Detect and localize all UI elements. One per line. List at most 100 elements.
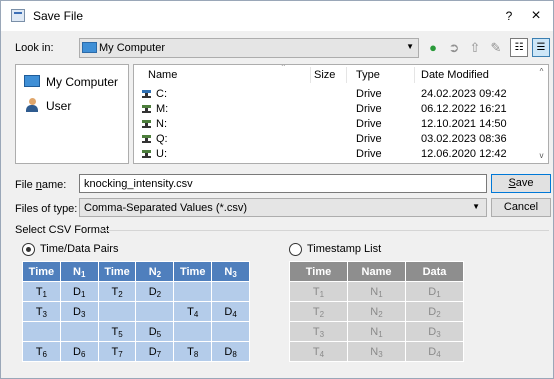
cancel-button[interactable]: Cancel — [491, 198, 551, 217]
cell-subscript: 1 — [42, 289, 47, 299]
scroll-up-icon[interactable]: ^ — [535, 65, 548, 79]
cell-symbol: D — [73, 285, 81, 298]
column-header-name[interactable]: Name — [148, 69, 177, 81]
preview-cell: N3 — [347, 341, 406, 362]
cell-symbol: T — [312, 305, 320, 318]
preview-header-cell: Time — [289, 261, 348, 282]
drive-icon — [142, 90, 151, 98]
file-type: Drive — [356, 148, 382, 160]
preview-cell — [211, 321, 250, 342]
cell-symbol: T — [35, 285, 43, 298]
file-list: Name ⌃ Size Type Date Modified C: Drive … — [133, 64, 549, 164]
cell-subscript: 8 — [193, 349, 199, 359]
column-separator[interactable] — [346, 67, 347, 83]
cell-subscript: 2 — [156, 289, 162, 299]
preview-cell: D1 — [59, 281, 99, 302]
column-header-type[interactable]: Type — [356, 69, 380, 81]
scroll-down-icon[interactable]: v — [535, 149, 548, 163]
file-type: Drive — [356, 88, 382, 100]
file-row[interactable]: Q: Drive 03.02.2023 08:36 — [134, 132, 536, 147]
cell-subscript: 8 — [232, 349, 237, 359]
preview-cell — [97, 301, 137, 322]
file-row[interactable]: U: Drive 12.06.2020 12:42 — [134, 147, 536, 162]
cell-subscript: 4 — [436, 349, 441, 359]
column-header-size[interactable]: Size — [314, 69, 335, 81]
csv-format-group-title: Select CSV Format — [15, 224, 110, 236]
file-name-label: File name: — [15, 179, 66, 191]
preview-cell: T8 — [173, 341, 213, 362]
preview-cell — [173, 281, 213, 302]
preview-cell: D2 — [405, 301, 464, 322]
cell-subscript: 1 — [436, 289, 441, 299]
cell-symbol: Time — [28, 265, 55, 278]
preview-cell — [135, 301, 175, 322]
help-button[interactable]: ? — [499, 6, 519, 26]
column-separator[interactable] — [414, 67, 415, 83]
cell-subscript: 3 — [378, 349, 383, 359]
sidebar-item-user[interactable]: User — [24, 97, 128, 117]
preview-cell: D3 — [405, 321, 464, 342]
file-name: C: — [156, 88, 167, 100]
preview-cell: D7 — [135, 341, 175, 362]
cell-symbol: T — [312, 285, 320, 298]
save-button[interactable]: Save — [491, 174, 551, 193]
cell-subscript: 3 — [80, 309, 86, 319]
label-part: ave — [515, 177, 534, 189]
cell-subscript: 2 — [378, 309, 383, 319]
cell-symbol: D — [73, 305, 81, 318]
cell-subscript: 4 — [193, 309, 199, 319]
new-folder-icon[interactable]: ✎ — [487, 39, 505, 57]
look-in-label: Look in: — [15, 42, 54, 54]
cell-symbol: T — [187, 345, 194, 358]
file-name: M: — [156, 103, 169, 115]
file-modified: 12.06.2020 12:42 — [421, 148, 507, 160]
file-row[interactable]: C: Drive 24.02.2023 09:42 — [134, 87, 536, 102]
sidebar-item-my-computer[interactable]: My Computer — [24, 73, 128, 93]
preview-cell: N1 — [347, 281, 406, 302]
cell-symbol: T — [312, 345, 320, 358]
cell-subscript: 4 — [319, 349, 325, 359]
sidebar-item-label: My Computer — [46, 75, 119, 89]
file-type-dropdown[interactable]: Comma-Separated Values (*.csv) ▼ — [79, 198, 487, 217]
title-bar: Save File ? × — [1, 1, 553, 31]
column-header-date-modified[interactable]: Date Modified — [421, 69, 489, 81]
preview-cell: T2 — [289, 301, 348, 322]
cell-subscript: 3 — [319, 329, 325, 339]
back-icon[interactable]: ● — [424, 39, 442, 57]
forward-icon[interactable]: ➲ — [445, 39, 463, 57]
column-separator[interactable] — [310, 67, 311, 83]
timestamp-list-preview: Time Name Data T1 N1 D1 T2 N2 D2 T3 N1 D3 T4 N3 D4 — [289, 261, 464, 362]
look-in-dropdown[interactable]: My Computer ▼ — [79, 38, 419, 58]
file-row[interactable]: N: Drive 12.10.2021 14:50 — [134, 117, 536, 132]
file-name: Q: — [156, 133, 168, 145]
details-view-icon[interactable]: ☰ — [532, 38, 550, 57]
preview-cell: T3 — [289, 321, 348, 342]
cell-subscript: 3 — [436, 329, 441, 339]
cell-subscript: 5 — [156, 329, 162, 339]
cell-symbol: D — [148, 325, 157, 338]
up-folder-icon[interactable]: ⇧ — [466, 39, 484, 57]
preview-cell: D5 — [135, 321, 175, 342]
preview-cell: T4 — [173, 301, 213, 322]
radio-label: Time/Data Pairs — [40, 243, 119, 255]
preview-cell — [211, 281, 250, 302]
drive-icon — [142, 120, 151, 128]
label-part: File — [15, 179, 36, 191]
drive-icon — [142, 105, 151, 113]
cell-subscript: 2 — [156, 269, 162, 279]
cell-symbol: D — [148, 285, 157, 298]
preview-cell: N2 — [347, 301, 406, 322]
preview-header-cell: Time — [173, 261, 213, 282]
preview-cell: D3 — [59, 301, 99, 322]
cell-subscript: 1 — [319, 289, 325, 299]
file-modified: 24.02.2023 09:42 — [421, 88, 507, 100]
preview-header-cell: N3 — [211, 261, 250, 282]
radio-selected-icon — [22, 243, 35, 256]
file-list-scrollbar[interactable]: ^ v — [535, 65, 548, 163]
file-row[interactable]: M: Drive 06.12.2022 16:21 — [134, 102, 536, 117]
label-access-key: S — [508, 177, 516, 189]
list-view-icon[interactable]: ☷ — [510, 38, 528, 57]
file-type-label: Files of type: — [15, 203, 78, 215]
file-name-input[interactable]: knocking_intensity.csv — [79, 174, 487, 193]
close-button[interactable]: × — [525, 6, 547, 26]
